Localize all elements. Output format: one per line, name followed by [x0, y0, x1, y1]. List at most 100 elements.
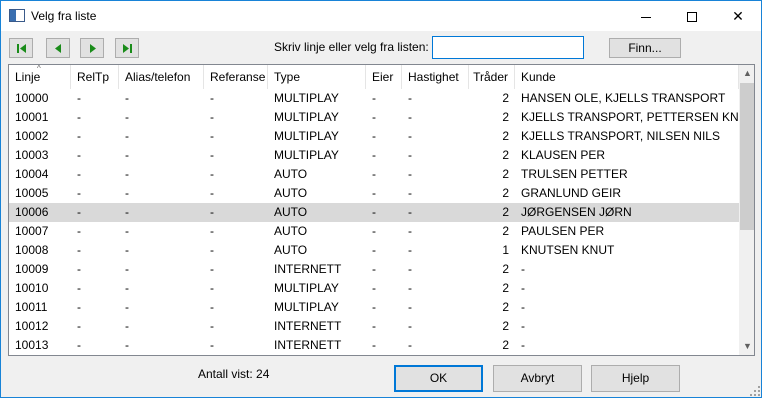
- cell-type: MULTIPLAY: [274, 281, 339, 295]
- ok-button[interactable]: OK: [394, 365, 483, 392]
- cell-alias-telefon: -: [125, 167, 129, 181]
- column-header-kunde[interactable]: Kunde: [515, 65, 739, 89]
- table-row[interactable]: 10000 - - - MULTIPLAY - - 2 HANSEN OLE, KJELLS T…: [9, 89, 739, 108]
- cell-linje: 10009: [15, 262, 49, 276]
- cell-referanse: -: [210, 205, 214, 219]
- table-row[interactable]: 10003 - - - MULTIPLAY - - 2 KLAUSEN PER: [9, 146, 739, 165]
- cell-type: INTERNETT: [274, 338, 342, 352]
- cell-eier: -: [372, 224, 376, 238]
- table-row[interactable]: 10011- - - MULTIPLAY - -2-: [9, 298, 739, 317]
- cell-eier: -: [372, 319, 376, 333]
- table-row[interactable]: 10006 - - - AUTO - - 2 JØRGENSEN JØRN: [9, 203, 739, 222]
- cell-hastighet: -: [408, 205, 412, 219]
- cell-reltp: -: [77, 148, 81, 162]
- cell-kunde: PAULSEN PER: [521, 224, 605, 238]
- cell-hastighet: -: [408, 167, 412, 181]
- help-button[interactable]: Hjelp: [591, 365, 680, 392]
- find-button[interactable]: Finn...: [609, 38, 681, 58]
- line-search-input[interactable]: [432, 36, 584, 59]
- column-header-trader[interactable]: Tråder: [469, 65, 515, 89]
- dialog-window: Velg fra liste ✕ Skriv linje eller velg …: [0, 0, 762, 398]
- column-header-eier[interactable]: Eier: [366, 65, 402, 89]
- column-header-reltp[interactable]: RelTp: [71, 65, 119, 89]
- close-button[interactable]: ✕: [715, 1, 761, 31]
- table-row[interactable]: 10012- - - INTERNETT - -2-: [9, 317, 739, 336]
- cancel-button[interactable]: Avbryt: [493, 365, 582, 392]
- cell-kunde: -: [521, 338, 525, 352]
- cell-hastighet: -: [408, 262, 412, 276]
- cell-reltp: -: [77, 338, 81, 352]
- first-record-icon: [17, 44, 26, 53]
- scroll-up-arrow-icon[interactable]: ▲: [739, 65, 754, 82]
- column-header-referanse[interactable]: Referanse: [204, 65, 268, 89]
- maximize-button[interactable]: [669, 1, 715, 31]
- cell-hastighet: -: [408, 243, 412, 257]
- cell-type: MULTIPLAY: [274, 110, 339, 124]
- last-record-button[interactable]: [115, 38, 139, 58]
- table-row[interactable]: 10013- - - INTERNETT - -2-: [9, 336, 739, 355]
- cell-eier: -: [372, 262, 376, 276]
- table-row[interactable]: 10010- - - MULTIPLAY - -2-: [9, 279, 739, 298]
- cell-referanse: -: [210, 167, 214, 181]
- table-row[interactable]: 10002 - - - MULTIPLAY - - 2 KJELLS TRANSPORT, NI…: [9, 127, 739, 146]
- cell-type: AUTO: [274, 167, 308, 181]
- column-header-label: Kunde: [521, 70, 556, 84]
- cell-linje: 10001: [15, 110, 49, 124]
- cell-hastighet: -: [408, 91, 412, 105]
- cell-linje: 10013: [15, 338, 49, 352]
- cell-eier: -: [372, 148, 376, 162]
- cell-eier: -: [372, 186, 376, 200]
- column-header-label: RelTp: [77, 70, 110, 84]
- cell-linje: 10007: [15, 224, 49, 238]
- scroll-thumb[interactable]: [740, 83, 754, 230]
- cell-type: AUTO: [274, 243, 308, 257]
- minimize-button[interactable]: [623, 1, 669, 31]
- cell-kunde: KJELLS TRANSPORT, PETTERSEN KNUT: [521, 110, 739, 124]
- cell-kunde: HANSEN OLE, KJELLS TRANSPORT: [521, 91, 726, 105]
- cell-trader: 2: [502, 148, 509, 162]
- column-header-hastighet[interactable]: Hastighet: [402, 65, 469, 89]
- cell-alias-telefon: -: [125, 91, 129, 105]
- table-row[interactable]: 10001 - - - MULTIPLAY - - 2 KJELLS TRANSPORT, PE…: [9, 108, 739, 127]
- table-row[interactable]: 10008 - - - AUTO - - 1 KNUTSEN KNUT: [9, 241, 739, 260]
- cell-hastighet: -: [408, 281, 412, 295]
- app-window-icon: [9, 9, 25, 22]
- cell-trader: 2: [502, 167, 509, 181]
- line-list[interactable]: Linje ^ RelTp Alias/telefon Referanse Type Eie…: [8, 64, 755, 356]
- column-header-linje[interactable]: Linje ^: [9, 65, 71, 89]
- cell-alias-telefon: -: [125, 205, 129, 219]
- column-header-alias-telefon[interactable]: Alias/telefon: [119, 65, 204, 89]
- table-row[interactable]: 10007 - - - AUTO - - 2 PAULSEN PER: [9, 222, 739, 241]
- resize-grip-icon[interactable]: [749, 385, 761, 397]
- cell-linje: 10004: [15, 167, 49, 181]
- window-title: Velg fra liste: [31, 9, 97, 23]
- cell-trader: 2: [502, 110, 509, 124]
- table-row[interactable]: 10004 - - - AUTO - - 2 TRULSEN PETTER: [9, 165, 739, 184]
- cell-type: INTERNETT: [274, 319, 342, 333]
- cell-kunde: KJELLS TRANSPORT, NILSEN NILS: [521, 129, 720, 143]
- next-record-button[interactable]: [80, 38, 104, 58]
- cell-kunde: -: [521, 300, 525, 314]
- vertical-scrollbar[interactable]: ▲ ▼: [739, 65, 754, 355]
- search-label: Skriv linje eller velg fra listen:: [274, 40, 429, 54]
- cell-kunde: TRULSEN PETTER: [521, 167, 628, 181]
- cell-eier: -: [372, 110, 376, 124]
- scroll-down-arrow-icon[interactable]: ▼: [739, 338, 754, 355]
- column-header-type[interactable]: Type: [268, 65, 366, 89]
- first-record-button[interactable]: [9, 38, 33, 58]
- cell-alias-telefon: -: [125, 300, 129, 314]
- table-row[interactable]: 10009- - - INTERNETT - -2-: [9, 260, 739, 279]
- cell-linje: 10006: [15, 205, 49, 219]
- cell-kunde: -: [521, 262, 525, 276]
- cell-reltp: -: [77, 205, 81, 219]
- last-record-icon: [123, 44, 132, 53]
- cell-alias-telefon: -: [125, 281, 129, 295]
- previous-record-button[interactable]: [46, 38, 70, 58]
- cell-referanse: -: [210, 300, 214, 314]
- cell-type: MULTIPLAY: [274, 91, 339, 105]
- column-header-label: Eier: [372, 70, 394, 84]
- cell-hastighet: -: [408, 148, 412, 162]
- next-record-icon: [90, 44, 96, 53]
- table-row[interactable]: 10005 - - - AUTO - - 2 GRANLUND GEIR: [9, 184, 739, 203]
- cell-trader: 2: [502, 262, 509, 276]
